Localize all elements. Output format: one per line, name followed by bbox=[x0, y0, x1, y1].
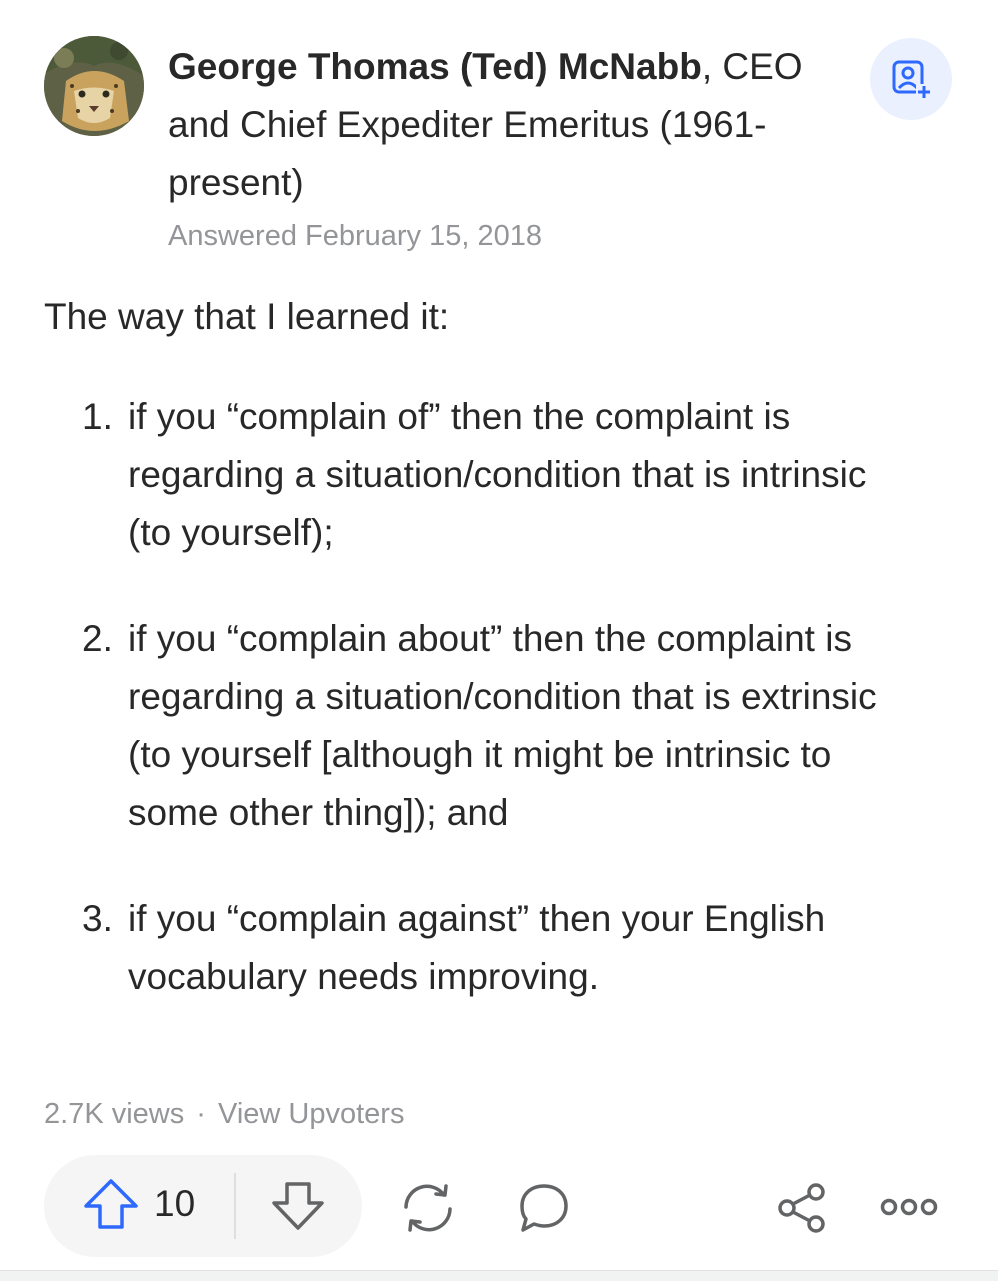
vote-divider bbox=[234, 1173, 236, 1239]
stats-separator: · bbox=[196, 1098, 206, 1130]
list-item-number: 2. bbox=[82, 618, 113, 659]
views-count: 2.7K views bbox=[44, 1098, 185, 1130]
avatar[interactable] bbox=[44, 36, 144, 136]
answer-stats: 2.7K views · View Upvoters bbox=[44, 1098, 404, 1131]
downvote-button[interactable] bbox=[270, 1181, 326, 1236]
vote-pill: 10 bbox=[44, 1155, 362, 1257]
list-item: 2. if you “complain about” then the comp… bbox=[0, 610, 998, 842]
list-item: 3. if you “complain against” then your E… bbox=[0, 890, 998, 1006]
follow-user-icon bbox=[892, 60, 932, 100]
comment-icon bbox=[520, 1184, 568, 1232]
upvote-icon bbox=[84, 1179, 138, 1229]
share-reshare-icon bbox=[404, 1184, 452, 1232]
follow-button[interactable] bbox=[870, 38, 952, 120]
upvote-button[interactable]: 10 bbox=[82, 1178, 195, 1230]
author-credential-line: George Thomas (Ted) McNabb, CEO and Chie… bbox=[168, 38, 848, 212]
more-icon bbox=[880, 1198, 938, 1216]
comment-button[interactable] bbox=[516, 1181, 572, 1240]
share-icon bbox=[778, 1183, 825, 1233]
share-button[interactable] bbox=[774, 1180, 830, 1241]
list-item-text: if you “complain about” then the complai… bbox=[128, 618, 877, 833]
list-item-number: 3. bbox=[82, 898, 113, 939]
list-item-text: if you “complain against” then your Engl… bbox=[128, 898, 826, 997]
downvote-icon bbox=[272, 1182, 324, 1230]
answered-date[interactable]: Answered February 15, 2018 bbox=[168, 220, 542, 253]
answer-list: 1. if you “complain of” then the complai… bbox=[0, 388, 998, 1054]
avatar-image bbox=[44, 36, 144, 136]
author-name[interactable]: George Thomas (Ted) McNabb bbox=[168, 46, 702, 87]
answer-intro: The way that I learned it: bbox=[44, 296, 450, 337]
upvote-count: 10 bbox=[154, 1183, 196, 1224]
bottom-divider bbox=[0, 1270, 998, 1281]
list-item-number: 1. bbox=[82, 396, 113, 437]
list-item: 1. if you “complain of” then the complai… bbox=[0, 388, 998, 562]
list-item-text: if you “complain of” then the complaint … bbox=[128, 396, 867, 553]
view-upvoters-link[interactable]: View Upvoters bbox=[218, 1098, 404, 1130]
more-button[interactable] bbox=[878, 1192, 940, 1227]
reshare-button[interactable] bbox=[398, 1180, 458, 1241]
